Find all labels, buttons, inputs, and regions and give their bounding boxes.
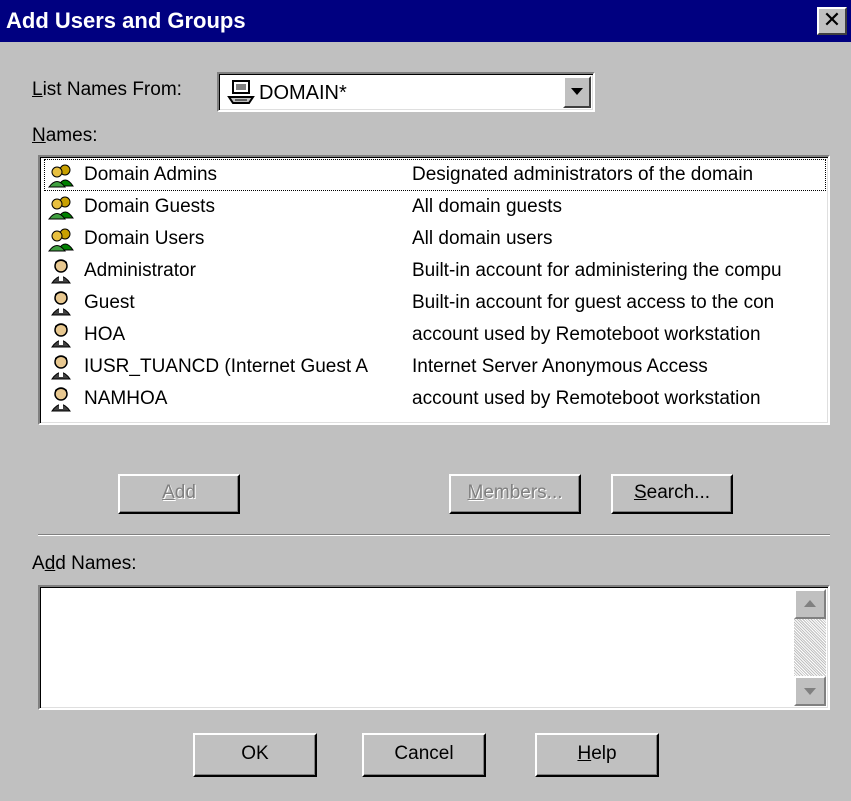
scroll-up-button[interactable] xyxy=(794,589,826,619)
window-title: Add Users and Groups xyxy=(6,8,246,33)
list-item-name: IUSR_TUANCD (Internet Guest A xyxy=(84,356,369,377)
members-button[interactable]: Members... xyxy=(449,474,581,514)
list-names-from-label: List Names From: xyxy=(32,79,182,100)
list-item[interactable]: HOA account used by Remoteboot workstatio… xyxy=(44,319,826,351)
close-button[interactable]: ✕ xyxy=(817,7,847,35)
add-names-scrollbar[interactable] xyxy=(794,589,826,706)
list-item-name: Guest xyxy=(84,292,135,313)
title-bar[interactable]: Add Users and Groups ✕ xyxy=(0,0,851,42)
help-button[interactable]: Help xyxy=(535,733,659,777)
list-item[interactable]: Domain Users All domain users xyxy=(44,223,826,255)
list-item-description: account used by Remoteboot workstation xyxy=(412,324,761,345)
list-item-name: NAMHOA xyxy=(84,388,168,409)
list-item[interactable]: IUSR_TUANCD (Internet Guest A Internet Se… xyxy=(44,351,826,383)
list-item-name: Domain Admins xyxy=(84,164,218,185)
ok-button[interactable]: OK xyxy=(193,733,317,777)
group-icon xyxy=(48,228,74,252)
user-icon xyxy=(51,291,71,316)
list-item-name: Domain Guests xyxy=(84,196,215,217)
names-listbox[interactable]: Domain Admins Designated administrators o… xyxy=(38,155,830,425)
dropdown-arrow-button[interactable] xyxy=(563,76,591,108)
cancel-button[interactable]: Cancel xyxy=(362,733,486,777)
list-item-description: Built-in account for guest access to the… xyxy=(412,292,775,313)
user-icon xyxy=(51,355,71,380)
list-names-from-dropdown[interactable]: DOMAIN* xyxy=(217,72,595,112)
add-names-textarea[interactable] xyxy=(38,585,830,710)
search-button[interactable]: Search... xyxy=(611,474,733,514)
list-item-name: Domain Users xyxy=(84,228,205,249)
list-item[interactable]: Administrator Built-in account for admini… xyxy=(44,255,826,287)
scroll-down-button[interactable] xyxy=(794,676,826,706)
names-label: Names: xyxy=(32,125,98,146)
list-item[interactable]: Domain Admins Designated administrators o… xyxy=(44,159,826,191)
group-icon xyxy=(48,164,74,188)
list-item[interactable]: Domain Guests All domain guests xyxy=(44,191,826,223)
list-item[interactable]: Guest Built-in account for guest access t… xyxy=(44,287,826,319)
list-item-description: All domain users xyxy=(412,228,553,249)
list-item-description: Designated administrators of the domain xyxy=(412,164,754,185)
add-names-label: Add Names: xyxy=(32,553,137,574)
list-item-description: account used by Remoteboot workstation xyxy=(412,388,761,409)
list-item[interactable]: NAMHOA account used by Remoteboot worksta… xyxy=(44,383,826,415)
add-users-and-groups-dialog: Add Users and Groups ✕ List Names From: … xyxy=(0,0,851,801)
user-icon xyxy=(51,323,71,348)
separator xyxy=(38,534,830,536)
group-icon xyxy=(48,196,74,220)
add-button[interactable]: Add xyxy=(118,474,240,514)
list-item-name: Administrator xyxy=(84,260,196,281)
close-icon: ✕ xyxy=(822,7,842,32)
list-item-description: Built-in account for administering the c… xyxy=(412,260,782,281)
dropdown-value: DOMAIN* xyxy=(259,82,347,104)
computer-icon xyxy=(227,80,255,104)
list-item-description: Internet Server Anonymous Access xyxy=(412,356,708,377)
list-item-name: HOA xyxy=(84,324,126,345)
user-icon xyxy=(51,387,71,412)
user-icon xyxy=(51,259,71,284)
list-item-description: All domain guests xyxy=(412,196,562,217)
